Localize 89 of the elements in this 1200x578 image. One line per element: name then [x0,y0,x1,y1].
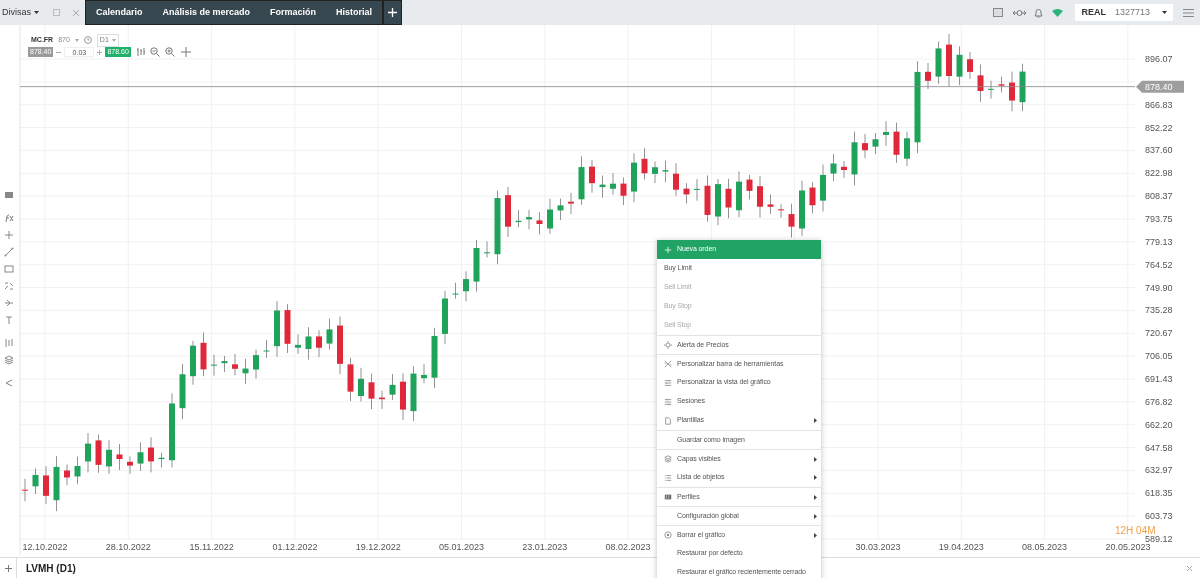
time-axis-label: 19.04.2023 [938,542,984,552]
submenu-arrow-icon [814,475,817,480]
time-axis-label: 23.01.2023 [522,542,568,552]
list-icon [664,473,672,482]
time-axis-label: 12.10.2022 [22,542,68,552]
countdown-label: 12H 04M [1115,524,1156,536]
tools-icon [664,360,672,368]
price-axis-label: 676.82 [1145,396,1173,407]
close-icon[interactable] [1187,565,1192,571]
crosshair-icon [664,341,672,349]
current-price-tag: 878.40 [1136,80,1184,93]
clock-icon[interactable] [83,36,92,45]
layers-icon [664,455,672,463]
instrument-tab[interactable]: Divisas [0,0,43,25]
bell-icon[interactable] [1034,7,1044,18]
signal-icon [1052,8,1064,17]
price-axis-label: 749.90 [1145,282,1173,293]
time-axis-label: 01.12.2022 [272,542,318,552]
submenu-arrow-icon [814,532,817,538]
time-axis-label: 08.05.2023 [1022,542,1068,552]
layers-icon[interactable] [4,355,14,365]
time-axis-label: 28.10.2022 [105,542,151,552]
crosshair-icon[interactable] [180,47,191,57]
time-axis-label: 19.12.2022 [355,542,401,552]
close-icon[interactable] [73,9,79,16]
document-icon [664,416,672,425]
price-axis-label: 779.13 [1145,236,1173,247]
zoom-in-icon[interactable] [164,47,175,57]
submenu-arrow-icon [814,494,817,500]
submenu-arrow-icon [814,418,817,423]
price-axis-label: 793.75 [1145,214,1173,224]
bars-icon[interactable] [135,47,146,57]
menu-icon[interactable] [1183,8,1194,17]
time-axis-label: 08.02.2023 [605,542,651,552]
price-axis-label: 618.35 [1145,488,1173,499]
price-axis-label: 603.73 [1145,511,1173,522]
transfer-icon[interactable] [1013,7,1027,18]
price-axis-label: 632.97 [1145,465,1173,476]
time-axis-label: 30.03.2023 [855,542,901,552]
window-icon[interactable] [53,9,60,16]
plus-icon [664,245,672,254]
price-axis-label: 852.22 [1145,122,1173,133]
target-icon [664,531,672,539]
price-axis-label: 706.05 [1145,351,1173,362]
caret-icon [111,38,116,42]
shapes-icon[interactable] [4,281,14,291]
caret-icon [1162,11,1167,14]
submenu-arrow-icon [814,513,817,519]
bars-icon[interactable] [4,338,14,348]
grid-icon [664,493,672,501]
plus-icon[interactable] [97,49,103,55]
plus-icon[interactable] [4,230,14,240]
time-axis-label: 15.11.2022 [189,542,234,552]
minus-icon[interactable] [56,49,62,55]
share-icon[interactable] [4,378,14,388]
price-axis-label: 837.60 [1145,145,1173,156]
price-axis-label: 896.07 [1145,54,1173,64]
price-axis-label: 822.98 [1145,168,1173,179]
price-axis-label: 647.58 [1145,442,1173,453]
nav-tab[interactable]: Análisis de mercado [152,1,261,24]
window-icon[interactable] [993,8,1004,17]
price-axis-label: 764.52 [1145,259,1173,270]
zoom-out-icon[interactable] [149,47,160,57]
time-axis-label: 05.01.2023 [439,542,484,552]
line-icon[interactable] [4,247,14,257]
chart-tab[interactable]: LVMH (D1) [26,560,76,576]
caret-icon [34,11,39,14]
sliders-icon [664,397,672,406]
price-axis-label: 662.20 [1145,419,1173,430]
caret-icon[interactable] [74,38,79,42]
plus-icon [388,8,398,17]
price-axis-label: 589.12 [1145,534,1173,544]
submenu-arrow-icon [814,456,817,462]
function-icon[interactable] [4,213,14,223]
nav-tab[interactable]: Historial [326,1,383,24]
account-selector[interactable]: REAL 1327713 [1075,4,1173,21]
price-axis-label: 808.37 [1145,191,1173,202]
nav-tab[interactable]: Formación [260,1,327,24]
price-axis-label: 691.43 [1145,374,1173,384]
text-icon[interactable] [4,315,14,325]
window-icon[interactable] [4,190,14,200]
price-axis-label: 720.67 [1145,328,1173,339]
rectangle-icon[interactable] [4,264,14,274]
price-axis-label: 735.28 [1145,305,1173,316]
nav-tab[interactable]: Calendario [86,1,153,24]
time-axis-label: 20.05.2023 [1105,542,1151,552]
plus-icon [4,564,12,572]
price-axis-label: 866.83 [1145,99,1173,110]
sliders-icon [664,378,672,387]
